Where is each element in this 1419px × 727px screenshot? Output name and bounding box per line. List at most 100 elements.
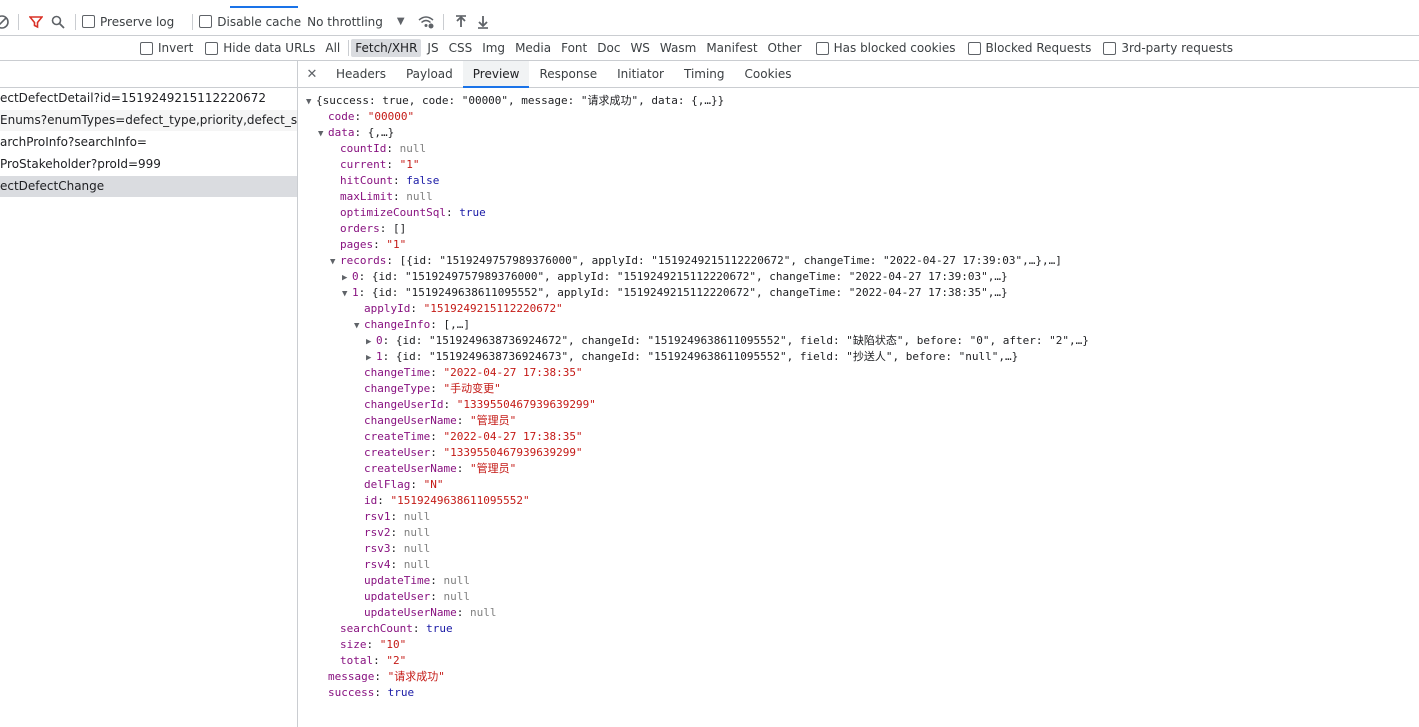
- collapsed-triangle-icon[interactable]: ▶: [366, 334, 376, 350]
- tree-node-updateUserName: updateUserName: null: [364, 606, 497, 619]
- expanded-triangle-icon[interactable]: ▼: [342, 286, 352, 302]
- clear-icon[interactable]: [0, 11, 12, 33]
- code-value: "00000": [367, 110, 415, 123]
- divider: [192, 13, 194, 30]
- changeUserId-value: "1339550467939639299": [456, 398, 596, 411]
- tree-node-changeInfo[interactable]: ▼ changeInfo: [,…]: [298, 317, 1419, 333]
- request-row[interactable]: Enums?enumTypes=defect_type,priority,def…: [0, 110, 297, 132]
- request-row[interactable]: ProStakeholder?proId=999: [0, 154, 297, 176]
- detail-tabbar: ✕ Headers Payload Preview Response Initi…: [298, 61, 1419, 88]
- request-list-header: [0, 61, 297, 88]
- tab-payload[interactable]: Payload: [396, 61, 463, 87]
- type-filter-wasm[interactable]: Wasm: [656, 39, 700, 57]
- import-har-icon[interactable]: [450, 11, 472, 33]
- type-filter-other[interactable]: Other: [764, 39, 806, 57]
- checkbox-box[interactable]: [205, 41, 219, 55]
- invert-checkbox[interactable]: Invert: [140, 41, 193, 55]
- checkbox-box[interactable]: [199, 15, 213, 28]
- search-icon[interactable]: [47, 11, 69, 33]
- tab-timing[interactable]: Timing: [674, 61, 735, 87]
- type-filter-img[interactable]: Img: [478, 39, 509, 57]
- tree-node-hitCount: hitCount: false: [340, 174, 440, 187]
- close-icon[interactable]: ✕: [298, 61, 326, 87]
- tree-node-changeType: changeType: "手动变更": [364, 382, 501, 395]
- throttling-select[interactable]: No throttling ▼: [307, 15, 404, 29]
- collapsed-triangle-icon[interactable]: ▶: [342, 270, 352, 286]
- checkbox-box[interactable]: [967, 41, 981, 55]
- type-filter-ws[interactable]: WS: [626, 39, 653, 57]
- checkbox-box[interactable]: [815, 41, 829, 55]
- updateUser-value: null: [443, 590, 470, 603]
- checkbox-box[interactable]: [82, 15, 95, 28]
- tree-node-message: message: "请求成功": [328, 670, 445, 683]
- rsv2-value: null: [403, 526, 431, 539]
- expanded-triangle-icon[interactable]: ▼: [318, 126, 328, 142]
- request-row[interactable]: archProInfo?searchInfo=: [0, 132, 297, 154]
- preserve-log-checkbox[interactable]: Preserve log: [82, 15, 174, 29]
- type-filter-font[interactable]: Font: [557, 39, 591, 57]
- tab-cookies[interactable]: Cookies: [735, 61, 802, 87]
- tree-node-updateUser: updateUser: null: [364, 590, 470, 603]
- invert-label: Invert: [158, 41, 194, 55]
- createTime-value: "2022-04-27 17:38:35": [443, 430, 583, 443]
- has-blocked-cookies-checkbox[interactable]: Has blocked cookies: [815, 41, 956, 55]
- filter-icon[interactable]: [25, 11, 47, 33]
- tree-node-changeInfo-1[interactable]: ▶ 1: {id: "1519249638736924673", changeId…: [298, 349, 1419, 365]
- expanded-triangle-icon[interactable]: ▼: [306, 94, 316, 110]
- collapsed-triangle-icon[interactable]: ▶: [366, 350, 376, 366]
- expanded-triangle-icon[interactable]: ▼: [354, 318, 364, 334]
- maxLimit-value: null: [406, 190, 433, 203]
- updateUserName-value: null: [469, 606, 497, 619]
- caret-down-icon: ▼: [396, 16, 405, 27]
- third-party-requests-checkbox[interactable]: 3rd-party requests: [1103, 41, 1233, 55]
- type-filter-js[interactable]: JS: [423, 39, 442, 57]
- divider: [18, 13, 19, 30]
- tree-node-orders: orders: []: [340, 222, 407, 235]
- changeTime-value: "2022-04-27 17:38:35": [443, 366, 583, 379]
- network-conditions-icon[interactable]: [415, 11, 437, 33]
- record-1-summary: {id: "1519249638611095552", applyId: "15…: [371, 286, 1008, 299]
- tree-node-createUser: createUser: "1339550467939639299": [364, 446, 583, 459]
- type-filter-manifest[interactable]: Manifest: [702, 39, 761, 57]
- tree-node-changeUserId: changeUserId: "1339550467939639299": [364, 398, 596, 411]
- type-filter-media[interactable]: Media: [511, 39, 555, 57]
- type-filter-fetch-xhr[interactable]: Fetch/XHR: [351, 39, 422, 57]
- request-row-selected[interactable]: ectDefectChange: [0, 176, 297, 198]
- disable-cache-label: Disable cache: [217, 14, 302, 29]
- tree-node-records[interactable]: ▼ records: [{id: "1519249757989376000", a…: [298, 253, 1419, 269]
- tab-preview[interactable]: Preview: [462, 61, 530, 88]
- blocked-requests-checkbox[interactable]: Blocked Requests: [967, 41, 1091, 55]
- createUser-value: "1339550467939639299": [443, 446, 583, 459]
- tree-node-searchCount: searchCount: true: [340, 622, 453, 635]
- expanded-triangle-icon[interactable]: ▼: [330, 254, 340, 270]
- filter-input[interactable]: [0, 38, 130, 58]
- tree-node-data[interactable]: ▼ data: {,…}: [298, 125, 1419, 141]
- tree-node-record-1[interactable]: ▼ 1: {id: "1519249638611095552", applyId:…: [298, 285, 1419, 301]
- tree-node-root[interactable]: ▼ {success: true, code: "00000", message:…: [298, 93, 1419, 109]
- tab-headers[interactable]: Headers: [326, 61, 396, 87]
- top-strip: [0, 0, 1419, 8]
- hide-data-urls-checkbox[interactable]: Hide data URLs: [205, 41, 315, 55]
- pages-value: "1": [386, 238, 407, 251]
- type-filter-all[interactable]: All: [321, 39, 344, 57]
- tree-node-createUserName: createUserName: "管理员": [364, 462, 517, 475]
- checkbox-box[interactable]: [1103, 41, 1117, 55]
- tab-response[interactable]: Response: [529, 61, 607, 87]
- request-row[interactable]: ectDefectDetail?id=1519249215112220672: [0, 88, 297, 110]
- tree-node-optimizeCountSql: optimizeCountSql: true: [340, 206, 486, 219]
- tree-node-record-0[interactable]: ▶ 0: {id: "1519249757989376000", applyId:…: [298, 269, 1419, 285]
- tree-node-createTime: createTime: "2022-04-27 17:38:35": [364, 430, 583, 443]
- export-har-icon[interactable]: [472, 11, 494, 33]
- type-filter-css[interactable]: CSS: [445, 39, 477, 57]
- tab-initiator[interactable]: Initiator: [607, 61, 674, 87]
- third-party-requests-label: 3rd-party requests: [1121, 41, 1234, 55]
- createUserName-value: "管理员": [469, 462, 517, 475]
- tree-node-pages: pages: "1": [340, 238, 407, 251]
- disable-cache-checkbox[interactable]: Disable cache: [199, 15, 301, 29]
- type-filter-doc[interactable]: Doc: [593, 39, 624, 57]
- tree-node-changeInfo-0[interactable]: ▶ 0: {id: "1519249638736924672", changeId…: [298, 333, 1419, 349]
- checkbox-box[interactable]: [140, 41, 153, 55]
- changeInfo-summary: [,…]: [443, 318, 470, 331]
- rsv3-value: null: [403, 542, 431, 555]
- changeUserName-value: "管理员": [469, 414, 517, 427]
